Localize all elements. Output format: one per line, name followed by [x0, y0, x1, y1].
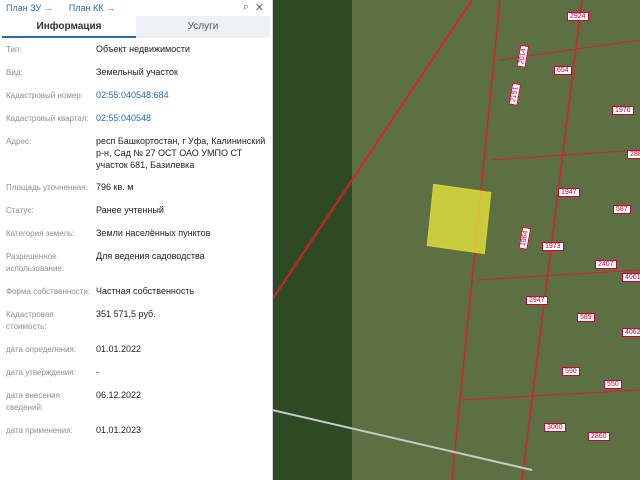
row-label: Категория земель: — [6, 229, 75, 238]
row-label: Площадь уточненная: — [6, 183, 88, 192]
row-address: Адрес: респ Башкортостан, г Уфа, Калининс… — [6, 130, 266, 176]
row-ownership: Форма собственности: Частная собственност… — [6, 280, 266, 303]
selected-parcel[interactable] — [426, 183, 492, 255]
row-permitted-use: Разрешенное использование: Для ведения са… — [6, 245, 266, 280]
plot-number: 2860 — [588, 432, 610, 441]
row-date-entered: дата внесения сведений: 06.12.2022 — [6, 384, 266, 419]
info-rows: Тип: Объект недвижимости Вид: Земельный уч… — [0, 38, 272, 442]
plot-number: 2407 — [595, 260, 617, 269]
row-value: 06.12.2022 — [96, 390, 142, 400]
row-label: дата определения: — [6, 345, 77, 354]
info-panel: План ЗУ → План КК → ⌕ ✕ Информация Услуг… — [0, 0, 273, 480]
plot-number: 1970 — [612, 106, 634, 115]
row-label: дата утверждения: — [6, 368, 76, 377]
satellite-map[interactable]: 2924 2014 654 2151 1970 2887 1947 587 19… — [272, 0, 640, 480]
plot-number: 654 — [554, 66, 572, 75]
search-icon[interactable]: ⌕ — [243, 1, 249, 14]
plot-number: 2924 — [567, 12, 589, 21]
plot-number: 587 — [613, 205, 631, 214]
tab-services[interactable]: Услуги — [136, 16, 270, 38]
row-cadastral-value: Кадастровая стоимость: 351 571,5 руб. — [6, 303, 266, 338]
row-label: Кадастровая стоимость: — [6, 310, 54, 331]
row-cadastral-number: Кадастровый номер: 02:55:040548:684 — [6, 84, 266, 107]
plot-number: 1947 — [558, 188, 580, 197]
cadastral-number-link[interactable]: 02:55:040548:684 — [96, 89, 266, 102]
plot-number: 4061 — [622, 273, 640, 282]
row-value: 796 кв. м — [96, 182, 134, 192]
top-links: План ЗУ → План КК → — [0, 0, 272, 16]
row-value: 351 571,5 руб. — [96, 309, 156, 319]
row-value: - — [96, 367, 99, 377]
row-date-applied: дата применения: 01.01.2023 — [6, 419, 266, 442]
row-date-defined: дата определения: 01.01.2022 — [6, 338, 266, 361]
plot-number: 1973 — [542, 242, 564, 251]
row-label: Адрес: — [6, 137, 32, 146]
row-kind: Вид: Земельный участок — [6, 61, 266, 84]
row-label: дата применения: — [6, 426, 73, 435]
row-label: Тип: — [6, 45, 22, 54]
plot-number: 2887 — [627, 150, 640, 159]
plot-number: 550 — [604, 380, 622, 389]
close-icon[interactable]: ✕ — [255, 1, 264, 14]
row-value: Ранее учтенный — [96, 205, 164, 215]
row-area: Площадь уточненная: 796 кв. м — [6, 176, 266, 199]
row-land-category: Категория земель: Земли населённых пункто… — [6, 222, 266, 245]
row-value: Частная собственность — [96, 286, 195, 296]
row-label: Форма собственности: — [6, 287, 91, 296]
plot-number: 589 — [577, 313, 595, 322]
row-label: Вид: — [6, 68, 23, 77]
row-label: Кадастровый номер: — [6, 91, 83, 100]
row-status: Статус: Ранее учтенный — [6, 199, 266, 222]
plot-number: 4062 — [622, 328, 640, 337]
row-value: Для ведения садоводства — [96, 251, 205, 261]
row-value: Земельный участок — [96, 67, 178, 77]
tabs: Информация Услуги — [2, 16, 270, 38]
row-value: 01.01.2022 — [96, 344, 142, 354]
row-cadastral-quarter: Кадастровый квартал: 02:55:040548 — [6, 107, 266, 130]
row-value: Объект недвижимости — [96, 44, 190, 54]
row-value: респ Башкортостан, г Уфа, Калининский р-… — [96, 136, 266, 170]
plan-zu-link[interactable]: План ЗУ → — [6, 2, 53, 14]
cadastral-quarter-link[interactable]: 02:55:040548 — [96, 112, 266, 125]
plot-number: 3060 — [544, 423, 566, 432]
row-label: Статус: — [6, 206, 34, 215]
row-label: Кадастровый квартал: — [6, 114, 89, 123]
row-date-approved: дата утверждения: - — [6, 361, 266, 384]
row-label: дата внесения сведений: — [6, 391, 60, 412]
plot-number: 590 — [562, 367, 580, 376]
panel-tools: ⌕ ✕ — [243, 1, 264, 14]
tab-info[interactable]: Информация — [2, 16, 136, 38]
plan-kk-link[interactable]: План КК → — [69, 2, 115, 14]
row-label: Разрешенное использование: — [6, 252, 65, 273]
row-value: 01.01.2023 — [96, 425, 142, 435]
plot-number: 2947 — [526, 296, 548, 305]
row-type: Тип: Объект недвижимости — [6, 38, 266, 61]
row-value: Земли населённых пунктов — [96, 228, 211, 238]
